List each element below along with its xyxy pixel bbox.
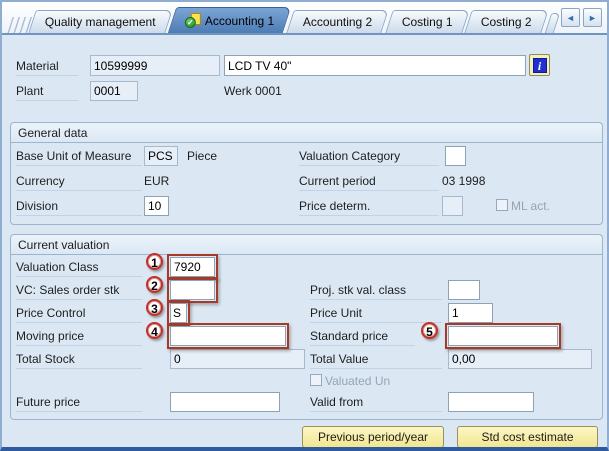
- material-number-field: [90, 55, 220, 76]
- current-valuation-title: Current valuation: [11, 235, 602, 255]
- valuation-class-field[interactable]: [170, 257, 215, 277]
- price-unit-field[interactable]: [448, 303, 493, 323]
- current-period-label: Current period: [299, 174, 439, 191]
- valuation-category-label: Valuation Category: [299, 149, 439, 166]
- standard-price-label: Standard price: [310, 329, 415, 346]
- tab-costing-1[interactable]: Costing 1: [385, 10, 469, 33]
- ml-act-checkbox: [496, 199, 508, 211]
- tab-accounting-2[interactable]: Accounting 2: [286, 10, 389, 33]
- annotation-marker-5: 5: [421, 322, 438, 339]
- tab-label: Accounting 1: [205, 14, 274, 28]
- tab-label: Costing 2: [469, 15, 544, 29]
- std-cost-estimate-button[interactable]: Std cost estimate: [457, 426, 598, 448]
- moving-price-field[interactable]: [170, 326, 286, 346]
- future-price-field[interactable]: [170, 392, 280, 412]
- tab-accounting-1[interactable]: ✓ Accounting 1: [168, 7, 292, 33]
- valid-from-label: Valid from: [310, 395, 442, 412]
- price-unit-label: Price Unit: [310, 306, 442, 323]
- future-price-label: Future price: [16, 395, 142, 412]
- annotation-marker-3: 3: [146, 299, 163, 316]
- plant-description-text: Werk 0001: [224, 84, 282, 98]
- tab-costing-2[interactable]: Costing 2: [464, 10, 548, 33]
- moving-price-label: Moving price: [16, 329, 142, 346]
- tab-label: Quality management: [33, 15, 168, 29]
- plant-label: Plant: [16, 84, 78, 101]
- standard-price-field[interactable]: [448, 326, 558, 346]
- valuated-un-label: Valuated Un: [325, 374, 390, 388]
- plant-field: [90, 81, 138, 101]
- annotation-marker-2: 2: [146, 276, 163, 293]
- proj-stk-val-class-label: Proj. stk val. class: [310, 283, 442, 300]
- currency-value-text: EUR: [144, 174, 169, 188]
- total-stock-field: [170, 349, 305, 369]
- vc-sales-order-field[interactable]: [170, 280, 215, 300]
- valid-from-field[interactable]: [448, 392, 534, 412]
- tab-label: Costing 1: [389, 15, 464, 29]
- vc-sales-order-label: VC: Sales order stk: [16, 283, 142, 300]
- division-field[interactable]: [144, 196, 169, 216]
- annotation-marker-1: 1: [146, 253, 163, 270]
- tab-quality-management[interactable]: Quality management: [28, 10, 172, 33]
- price-control-label: Price Control: [16, 306, 142, 323]
- ml-act-label: ML act.: [511, 199, 550, 213]
- partial-tab-edge: [545, 13, 560, 33]
- base-unit-description-text: Piece: [187, 149, 217, 163]
- general-data-title: General data: [11, 123, 602, 143]
- previous-period-button[interactable]: Previous period/year: [302, 426, 444, 448]
- scroll-tabs-right-icon[interactable]: ►: [583, 8, 602, 27]
- material-description-field[interactable]: [224, 55, 526, 76]
- price-determ-label: Price determ.: [299, 199, 439, 216]
- valuation-category-field[interactable]: [445, 146, 466, 166]
- base-unit-field: [144, 146, 178, 166]
- tab-scroll-buttons: ◄ ►: [561, 8, 602, 27]
- material-label: Material: [16, 59, 78, 76]
- valuated-un-checkbox: [310, 374, 322, 386]
- currency-label: Currency: [16, 174, 142, 191]
- valuation-class-label: Valuation Class: [16, 260, 142, 277]
- price-control-field[interactable]: [170, 303, 187, 323]
- tab-strip: Quality management ✓ Accounting 1 Accoun…: [2, 2, 607, 35]
- division-label: Division: [16, 199, 142, 216]
- checked-document-icon: ✓: [185, 13, 201, 28]
- info-button[interactable]: i: [529, 54, 550, 76]
- total-value-label: Total Value: [310, 352, 442, 369]
- annotation-marker-4: 4: [146, 322, 163, 339]
- proj-stk-val-class-field[interactable]: [448, 280, 480, 300]
- material-master-window: Quality management ✓ Accounting 1 Accoun…: [0, 0, 609, 451]
- tab-label: Accounting 2: [291, 15, 384, 29]
- current-period-value-text: 03 1998: [442, 174, 485, 188]
- base-unit-label: Base Unit of Measure: [16, 149, 142, 166]
- scroll-tabs-left-icon[interactable]: ◄: [561, 8, 580, 27]
- total-stock-label: Total Stock: [16, 352, 142, 369]
- total-value-field: [448, 349, 592, 369]
- info-icon: i: [533, 58, 547, 73]
- price-determ-field: [442, 196, 463, 216]
